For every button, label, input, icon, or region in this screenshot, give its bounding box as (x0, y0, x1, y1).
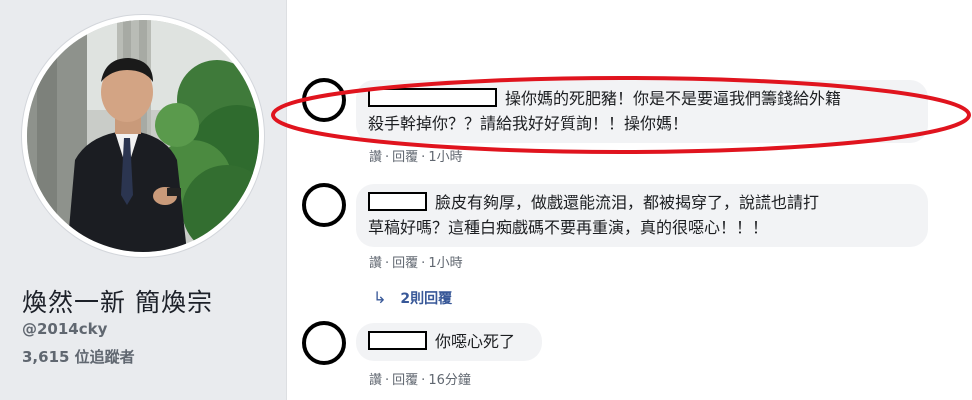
comment-text-line: 操你媽的死肥豬！你是不是要逼我們籌錢給外籍 (368, 86, 916, 111)
like-link[interactable]: 讚 (369, 256, 382, 271)
commenter-avatar[interactable] (302, 183, 346, 227)
profile-followers[interactable]: 3,615 位追蹤者 (22, 346, 135, 367)
timestamp[interactable]: 16分鐘 (428, 373, 471, 388)
comment-text-line: 殺手幹掉你？？請給我好好質詢！！操你媽！ (368, 114, 689, 133)
commenter-avatar[interactable] (302, 78, 346, 122)
comment-bubble: 操你媽的死肥豬！你是不是要逼我們籌錢給外籍 殺手幹掉你？？請給我好好質詢！！操你… (356, 80, 928, 143)
reply-link[interactable]: 回覆 (392, 256, 418, 271)
comment-actions: 讚 · 回覆 · 1小時 (369, 146, 463, 165)
redacted-name[interactable] (368, 88, 497, 107)
profile-photo (27, 20, 259, 252)
profile-handle[interactable]: @2014cky (22, 320, 107, 338)
replies-count[interactable]: 2則回覆 (400, 291, 452, 307)
action-separator: · (421, 150, 426, 165)
comment-text: 你噁心死了 (435, 332, 516, 351)
comment-text-line: 你噁心死了 (368, 329, 530, 354)
action-separator: · (385, 150, 390, 165)
action-separator: · (421, 373, 426, 388)
reply-link[interactable]: 回覆 (392, 373, 418, 388)
view-replies-link[interactable]: ↳ 2則回覆 (373, 288, 452, 308)
reply-link[interactable]: 回覆 (392, 150, 418, 165)
comment-text-line: 草稿好嗎？這種白痴戲碼不要再重演，真的很噁心！！！ (368, 218, 769, 237)
redacted-name[interactable] (368, 331, 427, 350)
reply-arrow-icon: ↳ (373, 288, 387, 307)
comment-bubble: 臉皮有夠厚，做戲還能流泪，都被揭穿了，說謊也請打 草稿好嗎？這種白痴戲碼不要再重… (356, 184, 928, 247)
comment-text-line: 臉皮有夠厚，做戲還能流泪，都被揭穿了，說謊也請打 (368, 190, 916, 215)
profile-panel: 煥然一新 簡煥宗 @2014cky 3,615 位追蹤者 (0, 0, 287, 400)
comment-text: 操你媽的死肥豬！你是不是要逼我們籌錢給外籍 (505, 89, 842, 108)
timestamp[interactable]: 1小時 (428, 150, 462, 165)
commenter-avatar[interactable] (302, 321, 346, 365)
like-link[interactable]: 讚 (369, 150, 382, 165)
timestamp[interactable]: 1小時 (428, 256, 462, 271)
action-separator: · (385, 256, 390, 271)
comment-actions: 讚 · 回覆 · 16分鐘 (369, 369, 471, 388)
comment-actions: 讚 · 回覆 · 1小時 (369, 252, 463, 271)
comment-text: 臉皮有夠厚，做戲還能流泪，都被揭穿了，說謊也請打 (435, 193, 820, 212)
action-separator: · (421, 256, 426, 271)
action-separator: · (385, 373, 390, 388)
like-link[interactable]: 讚 (369, 373, 382, 388)
comment-bubble: 你噁心死了 (356, 323, 542, 361)
profile-avatar[interactable] (22, 15, 264, 257)
profile-name[interactable]: 煥然一新 簡煥宗 (22, 283, 213, 319)
redacted-name[interactable] (368, 192, 427, 211)
